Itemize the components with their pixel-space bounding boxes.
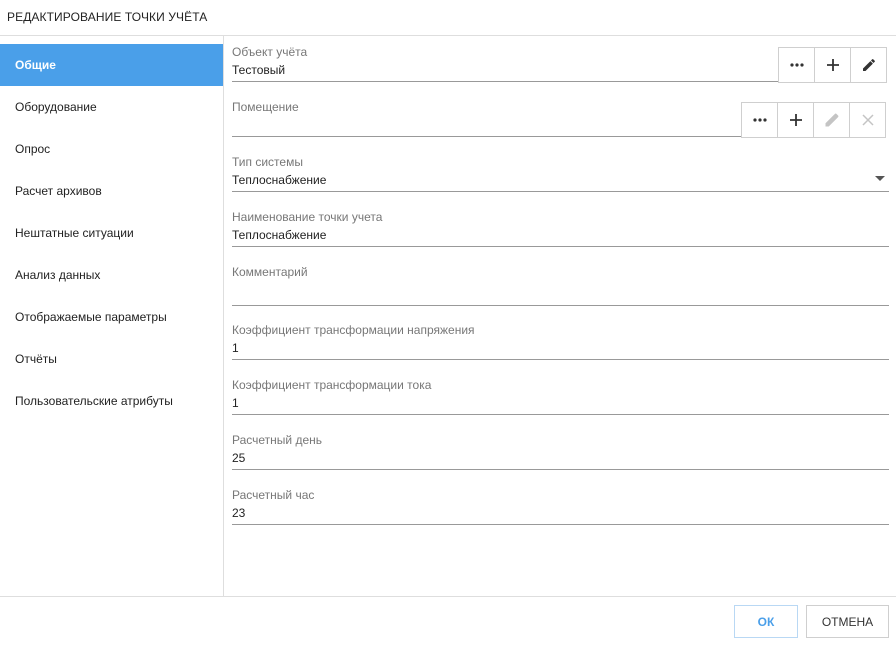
sidebar-item-user-attributes[interactable]: Пользовательские атрибуты bbox=[0, 380, 223, 422]
dialog-title: РЕДАКТИРОВАНИЕ ТОЧКИ УЧЁТА bbox=[7, 10, 208, 24]
comment-input[interactable] bbox=[232, 283, 882, 297]
sidebar-item-label: Отображаемые параметры bbox=[15, 310, 167, 324]
sidebar-item-polling[interactable]: Опрос bbox=[0, 128, 223, 170]
ellipsis-icon bbox=[752, 118, 767, 122]
current-coef-label: Коэффициент трансформации тока bbox=[232, 378, 432, 392]
sidebar-item-label: Пользовательские атрибуты bbox=[15, 394, 173, 408]
calc-day-field: Расчетный день bbox=[232, 433, 889, 473]
sidebar-item-label: Оборудование bbox=[15, 100, 97, 114]
room-select-button[interactable] bbox=[741, 102, 778, 138]
ok-button[interactable]: ОК bbox=[734, 605, 798, 638]
sidebar-item-display-params[interactable]: Отображаемые параметры bbox=[0, 296, 223, 338]
plus-icon bbox=[826, 59, 839, 71]
cancel-button[interactable]: ОТМЕНА bbox=[806, 605, 889, 638]
sidebar-item-label: Анализ данных bbox=[15, 268, 101, 282]
calc-hour-label: Расчетный час bbox=[232, 488, 315, 502]
room-add-button[interactable] bbox=[777, 102, 814, 138]
system-type-value: Теплоснабжение bbox=[232, 173, 327, 187]
pencil-icon bbox=[862, 59, 875, 71]
object-select-button[interactable] bbox=[778, 47, 815, 83]
current-coef-input[interactable] bbox=[232, 396, 882, 410]
point-name-field: Наименование точки учета bbox=[232, 210, 889, 250]
room-actions bbox=[741, 102, 886, 138]
sidebar-item-label: Отчёты bbox=[15, 352, 57, 366]
voltage-coef-label: Коэффициент трансформации напряжения bbox=[232, 323, 475, 337]
calc-hour-input[interactable] bbox=[232, 506, 882, 520]
sidebar-item-label: Нештатные ситуации bbox=[15, 226, 134, 240]
sidebar-item-label: Опрос bbox=[15, 142, 51, 156]
footer-divider bbox=[0, 596, 896, 597]
room-label: Помещение bbox=[232, 100, 299, 114]
pencil-icon bbox=[825, 113, 838, 127]
point-name-label: Наименование точки учета bbox=[232, 210, 383, 224]
system-type-select[interactable]: Тип системы Теплоснабжение bbox=[232, 155, 889, 195]
ellipsis-icon bbox=[789, 63, 804, 67]
point-name-input[interactable] bbox=[232, 228, 882, 242]
calc-hour-field: Расчетный час bbox=[232, 488, 889, 528]
calc-day-label: Расчетный день bbox=[232, 433, 323, 447]
sidebar-item-label: Расчет архивов bbox=[15, 184, 102, 198]
voltage-coef-input[interactable] bbox=[232, 341, 882, 355]
sidebar-item-label: Общие bbox=[15, 58, 56, 72]
room-field: Помещение bbox=[232, 100, 741, 140]
sidebar-item-emergencies[interactable]: Нештатные ситуации bbox=[0, 212, 223, 254]
sidebar-item-general[interactable]: Общие bbox=[0, 44, 223, 86]
sidebar-item-equipment[interactable]: Оборудование bbox=[0, 86, 223, 128]
sidebar-item-data-analysis[interactable]: Анализ данных bbox=[0, 254, 223, 296]
object-actions bbox=[778, 47, 887, 83]
calc-day-input[interactable] bbox=[232, 451, 882, 465]
voltage-coef-field: Коэффициент трансформации напряжения bbox=[232, 323, 889, 363]
room-clear-button[interactable] bbox=[849, 102, 886, 138]
plus-icon bbox=[789, 114, 802, 126]
object-field: Объект учёта bbox=[232, 45, 778, 85]
chevron-down-icon[interactable] bbox=[875, 176, 885, 181]
system-type-label: Тип системы bbox=[232, 155, 303, 169]
sidebar: Общие Оборудование Опрос Расчет архивов … bbox=[0, 36, 224, 596]
comment-field: Комментарий bbox=[232, 265, 889, 306]
object-add-button[interactable] bbox=[814, 47, 851, 83]
sidebar-item-archive-calc[interactable]: Расчет архивов bbox=[0, 170, 223, 212]
close-icon bbox=[861, 114, 874, 126]
sidebar-item-reports[interactable]: Отчёты bbox=[0, 338, 223, 380]
comment-label: Комментарий bbox=[232, 265, 308, 279]
room-edit-button[interactable] bbox=[813, 102, 850, 138]
object-input[interactable] bbox=[232, 63, 772, 77]
room-input[interactable] bbox=[232, 118, 732, 132]
object-label: Объект учёта bbox=[232, 45, 308, 59]
object-edit-button[interactable] bbox=[850, 47, 887, 83]
current-coef-field: Коэффициент трансформации тока bbox=[232, 378, 889, 418]
